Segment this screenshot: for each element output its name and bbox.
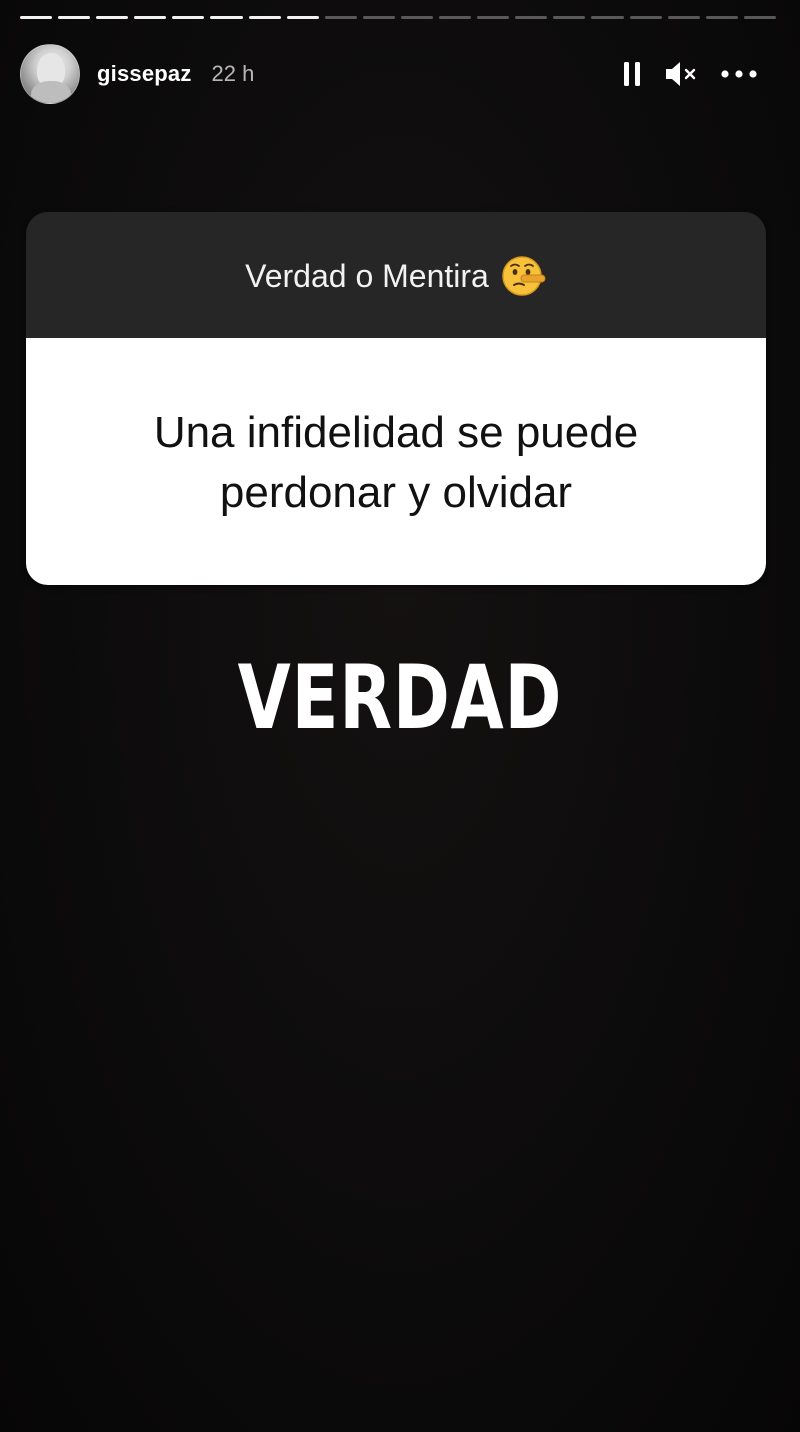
progress-segment: [134, 16, 167, 19]
progress-segment: [439, 16, 472, 19]
more-options-icon: [721, 70, 757, 78]
progress-segment: [400, 16, 434, 19]
question-prompt: Verdad o Mentira: [245, 257, 489, 294]
progress-segment: [210, 16, 243, 19]
progress-segment: [20, 16, 53, 19]
progress-segment: [553, 16, 586, 19]
story-progress-bar: [20, 16, 776, 20]
progress-segment: [58, 16, 91, 19]
username[interactable]: gissepaz: [97, 61, 192, 87]
answer-text: VERDAD: [237, 646, 563, 749]
progress-segment: [324, 16, 357, 19]
story-viewer[interactable]: gissepaz 22 h Verdad o Mentira Una infid…: [0, 0, 800, 1432]
story-controls: [622, 59, 780, 89]
pause-icon: [624, 62, 640, 86]
progress-segment: [286, 16, 319, 19]
post-timestamp: 22 h: [211, 61, 255, 86]
progress-segment: [515, 16, 548, 19]
lying-face-emoji-icon: [502, 256, 546, 296]
progress-segment: [172, 16, 205, 19]
progress-segment: [743, 16, 776, 19]
progress-segment: [667, 16, 700, 19]
progress-segment: [96, 16, 129, 19]
user-avatar[interactable]: [20, 44, 80, 104]
progress-segment: [477, 16, 510, 19]
question-sticker-body: Una infidelidad se puede perdonar y olvi…: [26, 338, 766, 585]
story-header: gissepaz 22 h: [20, 44, 780, 104]
question-sticker-header: Verdad o Mentira: [26, 212, 766, 338]
speaker-muted-icon: [666, 62, 696, 86]
more-options-button[interactable]: [720, 69, 758, 79]
question-text: Una infidelidad se puede perdonar y olvi…: [153, 407, 639, 517]
progress-segment: [248, 16, 281, 19]
question-sticker: Verdad o Mentira Una infidelidad se pued…: [26, 212, 766, 585]
pause-button[interactable]: [622, 60, 642, 88]
progress-segment: [591, 16, 624, 19]
progress-segment: [705, 16, 738, 19]
progress-segment: [629, 16, 662, 19]
mute-button[interactable]: [664, 59, 698, 89]
progress-segment: [362, 16, 395, 19]
